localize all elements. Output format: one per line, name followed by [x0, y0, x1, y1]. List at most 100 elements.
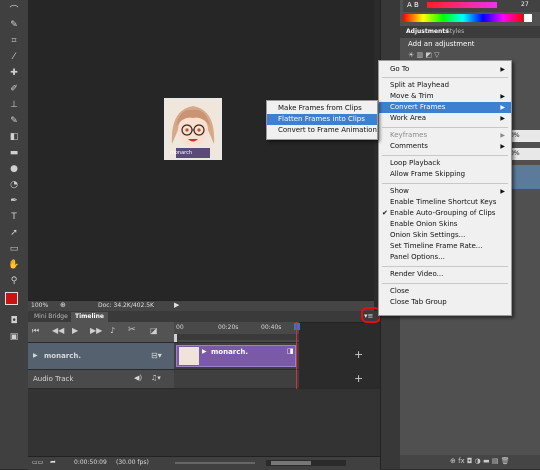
fill-field[interactable]: 0% [508, 148, 540, 160]
tab-styles[interactable]: Styles [446, 28, 464, 35]
menu-split-at-playhead[interactable]: Split at Playhead [379, 80, 511, 91]
crop-tool-icon[interactable]: ⌗ [7, 34, 21, 48]
first-frame-icon[interactable]: ⏮ [32, 326, 39, 336]
layer-buttons-icon[interactable]: ⊕ fx ◘ ◑ ▬ ▤ 🗑 [450, 457, 510, 465]
color-value[interactable]: 27 [521, 1, 529, 8]
menu-go-to[interactable]: Go To ▶ [379, 64, 511, 75]
audio-track-area[interactable] [174, 370, 299, 389]
audio-track-header[interactable]: Audio Track ◀) ♫▾ [28, 370, 174, 389]
eraser-tool-icon[interactable]: ◧ [7, 130, 21, 144]
foreground-color-swatch[interactable] [5, 292, 18, 305]
timeline-empty-area [28, 389, 380, 456]
anime-girl-image: monarch [164, 98, 222, 160]
time-ruler[interactable]: 00 00:20s 00:40s [174, 322, 300, 343]
color-channel-label: A B [407, 1, 419, 9]
color-slider[interactable] [427, 2, 497, 8]
playhead-line [296, 322, 297, 389]
menu-panel-options[interactable]: Panel Options... [379, 252, 511, 263]
timeline-panel-menu: Go To ▶ Split at Playhead Move & Trim ▶ Co… [378, 60, 512, 316]
white-swatch[interactable] [524, 14, 532, 22]
color-panel: A B 27 [403, 0, 540, 12]
video-track-header[interactable]: ▶ monarch. ⊟▾ [28, 343, 174, 370]
clone-stamp-tool-icon[interactable]: ⊥ [7, 98, 21, 112]
frame-rate: (30.00 fps) [116, 459, 149, 466]
color-spectrum[interactable] [403, 14, 523, 22]
zoom-slider[interactable] [175, 462, 255, 464]
menu-convert-frames[interactable]: Convert Frames ▶ [379, 102, 511, 113]
tab-adjustments[interactable]: Adjustments [406, 28, 449, 35]
video-track-name: monarch. [44, 352, 82, 360]
type-tool-icon[interactable]: T [7, 210, 21, 224]
audio-icon[interactable]: ♪ [110, 326, 115, 335]
convert-frame-icon[interactable]: ▭▭ [32, 459, 43, 466]
menu-move-trim[interactable]: Move & Trim ▶ [379, 91, 511, 102]
quick-mask-icon[interactable]: ◘ [7, 314, 21, 328]
ruler-label-40: 00:40s [261, 324, 282, 331]
dodge-tool-icon[interactable]: ◔ [7, 178, 21, 192]
menu-render-video[interactable]: Render Video... [379, 269, 511, 280]
gradient-tool-icon[interactable]: ▬ [7, 146, 21, 160]
menu-allow-frame-skipping[interactable]: Allow Frame Skipping [379, 169, 511, 180]
lasso-tool-icon[interactable]: ⌒ [7, 2, 21, 16]
work-area-start[interactable] [174, 334, 177, 342]
audio-track-name: Audio Track [33, 375, 74, 383]
play-icon[interactable]: ▶ [72, 326, 78, 335]
submenu-flatten-frames[interactable]: Flatten Frames into Clips [267, 114, 377, 125]
tab-timeline[interactable]: Timeline [71, 312, 108, 322]
menu-show[interactable]: Show ▶ [379, 186, 511, 197]
menu-auto-grouping[interactable]: ✔ Enable Auto-Grouping of Clips [379, 208, 511, 219]
timeline-controls: ⏮ ◀◀ ▶ ▶▶ ♪ ✂ ◪ [28, 322, 174, 343]
healing-brush-tool-icon[interactable]: ✚ [7, 66, 21, 80]
status-arrow-icon[interactable]: ▶ [174, 301, 179, 309]
pen-tool-icon[interactable]: ✒ [7, 194, 21, 208]
blur-tool-icon[interactable]: ● [7, 162, 21, 176]
hand-tool-icon[interactable]: ✋ [7, 258, 21, 272]
convert-frames-submenu: Make Frames from Clips Flatten Frames in… [266, 100, 378, 140]
history-brush-tool-icon[interactable]: ✎ [7, 114, 21, 128]
zoom-tool-icon[interactable]: ⚲ [7, 274, 21, 288]
shape-tool-icon[interactable]: ▭ [7, 242, 21, 256]
menu-work-area[interactable]: Work Area ▶ [379, 113, 511, 124]
eyedropper-tool-icon[interactable]: ⁄ [7, 50, 21, 64]
transition-icon[interactable]: ◪ [150, 326, 158, 335]
clip-label: monarch. [211, 348, 249, 356]
submenu-convert-to-frame-animation[interactable]: Convert to Frame Animation [267, 125, 377, 136]
zoom-icon[interactable]: ⊕ [60, 301, 66, 309]
scrollbar-thumb[interactable] [271, 461, 311, 465]
zoom-level[interactable]: 100% [31, 302, 48, 309]
add-media-icon[interactable]: + [354, 348, 363, 361]
adjustment-icons[interactable]: ☀ ▥ ◩ ▽ [408, 51, 440, 59]
ruler-label-0: 00 [176, 324, 184, 331]
brush-tool-icon[interactable]: ✐ [7, 82, 21, 96]
submenu-arrow-icon: ▶ [500, 104, 505, 111]
clip-menu-icon[interactable]: ◨ [287, 347, 294, 355]
menu-close[interactable]: Close [379, 286, 511, 297]
menu-onion-skin-settings[interactable]: Onion Skin Settings... [379, 230, 511, 241]
menu-close-tab-group[interactable]: Close Tab Group [379, 297, 511, 308]
menu-comments[interactable]: Comments ▶ [379, 141, 511, 152]
audio-mute-icon[interactable]: ◀) [134, 374, 142, 382]
tab-mini-bridge[interactable]: Mini Bridge [30, 312, 72, 322]
ruler-label-20: 00:20s [218, 324, 239, 331]
menu-enable-shortcut-keys[interactable]: Enable Timeline Shortcut Keys [379, 197, 511, 208]
add-audio-icon[interactable]: + [354, 372, 363, 385]
previous-frame-icon[interactable]: ◀◀ [52, 326, 64, 335]
path-select-tool-icon[interactable]: ➚ [7, 226, 21, 240]
expand-arrow-icon[interactable]: ▶ [33, 352, 38, 359]
layer-row-selected[interactable] [508, 165, 540, 189]
menu-enable-onion-skins[interactable]: Enable Onion Skins [379, 219, 511, 230]
video-clip[interactable]: ▶ monarch. ◨ [176, 345, 296, 367]
audio-options-icon[interactable]: ♫▾ [151, 374, 161, 382]
split-scissors-icon[interactable]: ✂ [128, 325, 136, 335]
tools-panel: ⌒ ✎ ⌗ ⁄ ✚ ✐ ⊥ ✎ ◧ ▬ ● ◔ ✒ T ➚ ▭ ✋ ⚲ ◘ ▣ [0, 0, 29, 469]
menu-loop-playback[interactable]: Loop Playback [379, 158, 511, 169]
quick-select-tool-icon[interactable]: ✎ [7, 18, 21, 32]
opacity-field[interactable]: 0% [508, 130, 540, 142]
next-frame-icon[interactable]: ▶▶ [90, 326, 102, 335]
playhead-handle[interactable] [294, 323, 300, 330]
render-icon[interactable]: ➦ [50, 458, 56, 466]
track-options-icon[interactable]: ⊟▾ [151, 351, 162, 360]
work-area-bar[interactable] [174, 334, 299, 340]
screen-mode-icon[interactable]: ▣ [7, 330, 21, 344]
menu-set-frame-rate[interactable]: Set Timeline Frame Rate... [379, 241, 511, 252]
